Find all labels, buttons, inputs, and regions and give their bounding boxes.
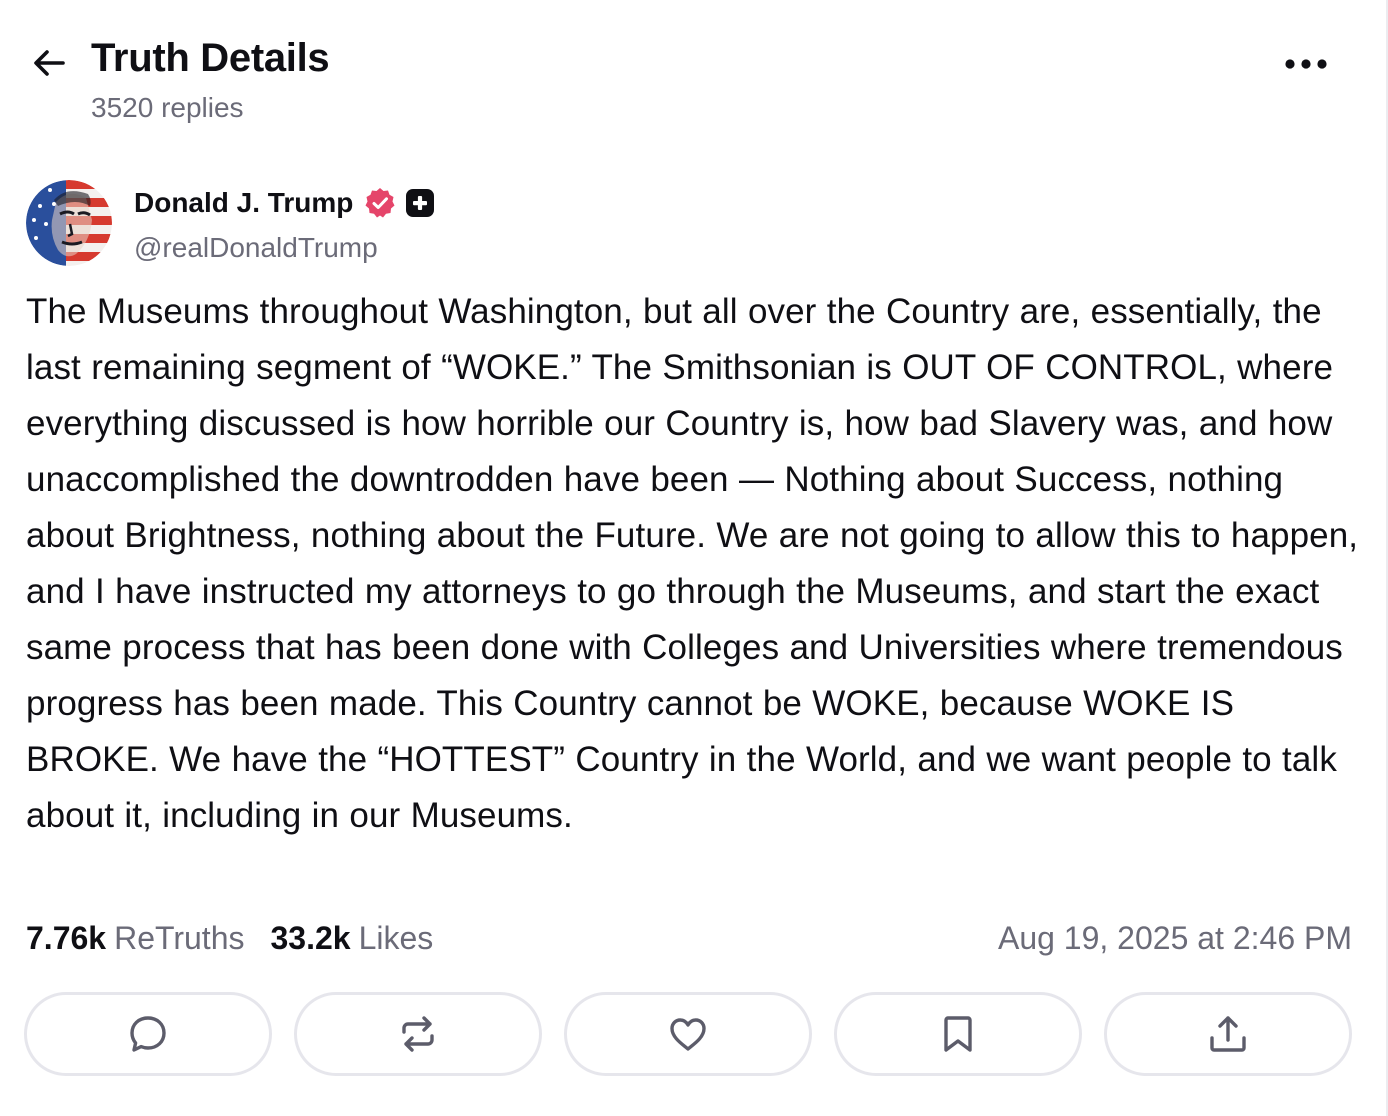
bookmark-icon (944, 1016, 972, 1052)
avatar[interactable] (26, 180, 112, 266)
bookmark-button[interactable] (834, 992, 1082, 1076)
heart-icon (670, 1018, 706, 1051)
action-bar (24, 992, 1352, 1076)
retruths-label: ReTruths (114, 920, 245, 956)
likes-stat[interactable]: 33.2k Likes (270, 920, 433, 957)
verified-badge-icon (365, 188, 395, 218)
post-timestamp: Aug 19, 2025 at 2:46 PM (997, 920, 1352, 956)
like-button[interactable] (564, 992, 812, 1076)
author-name[interactable]: Donald J. Trump (134, 187, 353, 219)
replies-count: 3520 replies (91, 92, 244, 123)
likes-count: 33.2k (270, 920, 351, 956)
comment-icon (130, 1016, 166, 1052)
author-handle[interactable]: @realDonaldTrump (134, 232, 378, 264)
arrow-left-icon (34, 50, 65, 76)
more-horizontal-icon (1285, 59, 1327, 69)
retruths-count: 7.76k (26, 920, 107, 956)
share-icon (1210, 1016, 1246, 1052)
retruth-button[interactable] (294, 992, 542, 1076)
back-button[interactable] (26, 40, 72, 86)
reply-button[interactable] (24, 992, 272, 1076)
author-name-row[interactable]: Donald J. Trump (134, 186, 435, 220)
repost-icon (402, 1016, 434, 1052)
avatar-image (26, 180, 112, 266)
post-stats: 7.76k ReTruths 33.2k Likes (26, 920, 433, 957)
share-button[interactable] (1104, 992, 1352, 1076)
retruths-stat[interactable]: 7.76k ReTruths (26, 920, 244, 957)
more-options-button[interactable] (1280, 46, 1332, 82)
likes-label: Likes (358, 920, 434, 956)
header: Truth Details 3520 replies (0, 0, 1386, 150)
post-body: The Museums throughout Washington, but a… (26, 292, 1359, 835)
truth-details-page: Truth Details 3520 replies Donald J. Tru… (0, 0, 1388, 1116)
page-title: Truth Details (91, 36, 330, 80)
truth-plus-badge-icon (406, 189, 435, 217)
